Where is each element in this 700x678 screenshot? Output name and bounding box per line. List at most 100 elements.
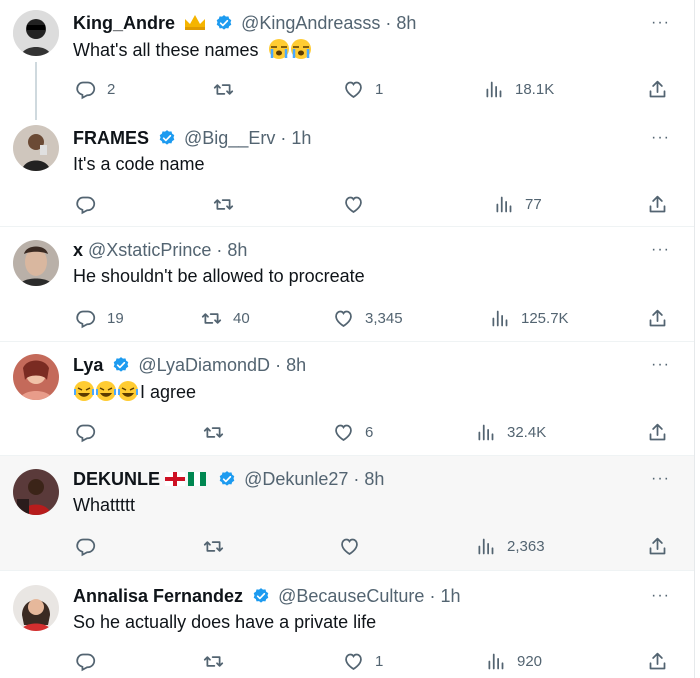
tweet[interactable]: Annalisa Fernandez @BecauseCulture · 1h … (0, 571, 694, 678)
tweet-text-content: I agree (140, 382, 197, 402)
handle[interactable]: @Big__Erv (184, 128, 275, 148)
display-name[interactable]: Annalisa Fernandez (73, 586, 243, 606)
retweet-button[interactable] (203, 650, 224, 672)
heart-icon (339, 536, 360, 557)
share-button[interactable] (647, 535, 668, 557)
retweet-button[interactable] (203, 535, 224, 557)
reply-button[interactable]: 19 (75, 307, 124, 329)
retweet-button[interactable] (213, 78, 234, 100)
view-count: 2,363 (507, 537, 545, 555)
tweet[interactable]: King_Andre @KingAndreasss · 8h ··· What'… (0, 0, 694, 120)
avatar[interactable] (13, 354, 59, 400)
retweet-icon (213, 194, 234, 215)
like-button[interactable]: 1 (343, 78, 383, 100)
tweet-actions: 1 920 (73, 650, 673, 674)
like-button[interactable]: 3,345 (333, 307, 403, 329)
views-button[interactable]: 18.1K (483, 78, 554, 100)
verified-badge-icon (218, 470, 236, 488)
analytics-icon (475, 422, 496, 443)
timestamp[interactable]: · 8h (216, 240, 247, 260)
timestamp[interactable]: · 8h (385, 13, 416, 33)
views-button[interactable]: 125.7K (489, 307, 569, 329)
timestamp[interactable]: · 1h (280, 128, 311, 148)
tweet[interactable]: Lya @LyaDiamondD · 8h ··· I agree 6 32.4… (0, 342, 694, 456)
reply-button[interactable] (75, 193, 96, 215)
like-button[interactable]: 6 (333, 421, 373, 443)
retweet-button[interactable] (213, 193, 234, 215)
tweet-actions: 6 32.4K (73, 421, 673, 445)
avatar[interactable] (13, 10, 59, 56)
reply-feed: King_Andre @KingAndreasss · 8h ··· What'… (0, 0, 695, 678)
views-button[interactable]: 77 (493, 193, 542, 215)
retweet-icon (203, 651, 224, 672)
retweet-icon (203, 536, 224, 557)
reply-icon (75, 536, 96, 557)
like-button[interactable] (343, 193, 364, 215)
like-button[interactable]: 1 (343, 650, 383, 672)
timestamp[interactable]: · 8h (275, 355, 306, 375)
retweet-count: 40 (233, 309, 250, 327)
tweet-actions: 2 1 18.1K (73, 78, 673, 102)
avatar[interactable] (13, 240, 59, 286)
thread-line (35, 62, 37, 120)
tweet-text-content: What's all these names (73, 40, 259, 60)
more-options-button[interactable]: ··· (651, 356, 670, 374)
views-button[interactable]: 2,363 (475, 535, 545, 557)
tweet-header: Annalisa Fernandez @BecauseCulture · 1h (73, 585, 460, 607)
display-name[interactable]: DEKUNLE (73, 469, 160, 489)
tweet[interactable]: FRAMES @Big__Erv · 1h ··· It's a code na… (0, 115, 694, 227)
heart-icon (343, 79, 364, 100)
analytics-icon (485, 651, 506, 672)
tweet[interactable]: DEKUNLE @Dekunle27 · 8h ··· Whattttt 2,3… (0, 456, 694, 571)
handle[interactable]: @LyaDiamondD (138, 355, 270, 375)
handle[interactable]: @XstaticPrince (88, 240, 211, 260)
like-button[interactable] (339, 535, 360, 557)
verified-badge-icon (215, 14, 233, 32)
handle[interactable]: @KingAndreasss (241, 13, 380, 33)
share-icon (647, 422, 668, 443)
more-options-button[interactable]: ··· (651, 587, 670, 605)
more-options-button[interactable]: ··· (651, 14, 670, 32)
tweet-header: x @XstaticPrince · 8h (73, 239, 247, 261)
view-count: 77 (525, 195, 542, 213)
heart-icon (333, 308, 354, 329)
share-button[interactable] (647, 193, 668, 215)
share-button[interactable] (647, 421, 668, 443)
avatar[interactable] (13, 585, 59, 631)
display-name[interactable]: FRAMES (73, 128, 149, 148)
reply-button[interactable] (75, 650, 96, 672)
share-icon (647, 536, 668, 557)
retweet-button[interactable]: 40 (201, 307, 250, 329)
tweet-actions: 77 (73, 193, 673, 217)
tweet-text: It's a code name (73, 154, 205, 174)
more-options-button[interactable]: ··· (651, 241, 670, 259)
tweet[interactable]: x @XstaticPrince · 8h ··· He shouldn't b… (0, 227, 694, 342)
share-button[interactable] (647, 650, 668, 672)
handle[interactable]: @Dekunle27 (244, 469, 348, 489)
share-button[interactable] (647, 78, 668, 100)
more-options-button[interactable]: ··· (651, 129, 670, 147)
heart-icon (343, 194, 364, 215)
reply-button[interactable]: 2 (75, 78, 115, 100)
timestamp[interactable]: · 1h (429, 586, 460, 606)
display-name[interactable]: Lya (73, 355, 103, 375)
tweet-text: What's all these names (73, 38, 312, 61)
tweet-actions: 19 40 3,345 125.7K (73, 307, 673, 331)
verified-badge-icon (252, 587, 270, 605)
handle[interactable]: @BecauseCulture (278, 586, 424, 606)
reply-button[interactable] (75, 535, 96, 557)
share-button[interactable] (647, 307, 668, 329)
views-button[interactable]: 920 (485, 650, 542, 672)
avatar[interactable] (13, 125, 59, 171)
display-name[interactable]: x (73, 240, 83, 260)
timestamp[interactable]: · 8h (353, 469, 384, 489)
avatar[interactable] (13, 469, 59, 515)
reply-button[interactable] (75, 421, 96, 443)
reply-icon (75, 651, 96, 672)
more-options-button[interactable]: ··· (651, 470, 670, 488)
retweet-button[interactable] (203, 421, 224, 443)
like-count: 1 (375, 652, 384, 670)
views-button[interactable]: 32.4K (475, 421, 546, 443)
tweet-header: King_Andre @KingAndreasss · 8h (73, 12, 416, 34)
display-name[interactable]: King_Andre (73, 13, 175, 33)
